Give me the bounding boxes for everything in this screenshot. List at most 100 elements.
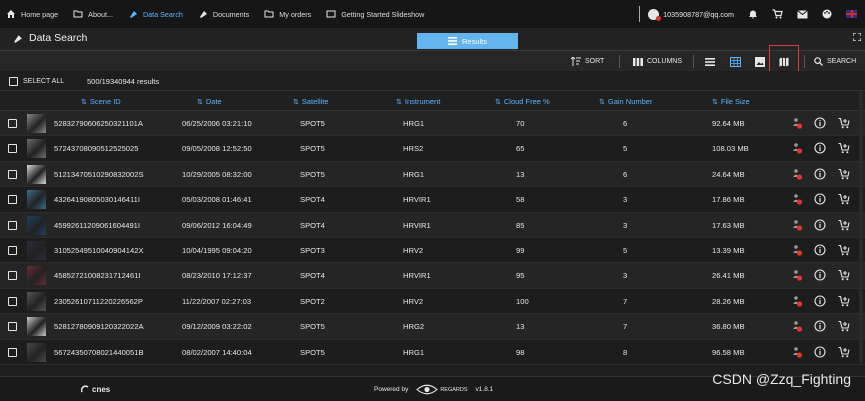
quicklook-thumbnail[interactable] [27,317,46,337]
column-instrument[interactable]: ⇅ Instrument [396,97,440,106]
column-date[interactable]: ⇅ Date [197,97,222,106]
quicklook-thumbnail[interactable] [27,139,46,159]
tab-results[interactable]: Results [417,33,518,49]
info-icon[interactable] [814,346,826,358]
table-row[interactable]: 45992611209061604491I 09/06/2012 16:04:49… [0,212,865,238]
row-checkbox[interactable] [8,119,17,128]
add-to-cart-icon[interactable] [838,346,850,358]
table-view-button[interactable] [730,51,741,72]
nav-documents[interactable]: Documents [198,9,249,19]
sort-button[interactable]: SORT [571,51,604,72]
access-rights-icon[interactable] [791,269,803,281]
add-to-cart-icon[interactable] [838,295,850,307]
add-to-cart-icon[interactable] [838,117,850,129]
columns-button[interactable]: COLUMNS [633,51,682,72]
access-rights-icon[interactable] [791,346,803,358]
language-flag-icon[interactable] [846,10,857,18]
quicklook-thumbnail[interactable] [27,342,46,362]
sort-icon: ⇅ [495,98,501,106]
access-rights-icon[interactable] [791,193,803,205]
select-all-checkbox[interactable] [9,77,18,86]
nav-home[interactable]: Home page [6,9,58,19]
row-checkbox[interactable] [8,195,17,205]
quicklook-thumbnail[interactable] [27,114,46,133]
nav-my-orders[interactable]: My orders [264,9,311,19]
access-rights-icon[interactable] [791,219,803,231]
user-menu[interactable]: 1035908787@qq.com [648,8,734,21]
table-row[interactable]: 31052549510040904142X 10/04/1995 09:04:20… [0,238,865,264]
instrument-cell: HRG1 [403,347,425,357]
quicklook-thumbnail[interactable] [27,190,46,210]
add-to-cart-icon[interactable] [838,142,850,154]
row-checkbox[interactable] [8,347,17,357]
select-all-label: SELECT ALL [23,78,65,85]
table-row[interactable]: 51213470510290832002S 10/29/2005 08:32:00… [0,161,865,188]
quicklook-thumbnail[interactable] [27,241,46,260]
info-icon[interactable] [814,244,826,256]
quicklook-thumbnail[interactable] [27,164,46,184]
access-rights-icon[interactable] [791,295,803,307]
add-to-cart-icon[interactable] [838,320,850,332]
table-row[interactable]: 52812780909120322022A 09/12/2009 03:22:02… [0,314,865,340]
divider [639,6,641,22]
table-row[interactable]: 43264190805030146411I 05/03/2008 01:46:41… [0,187,865,213]
column-file-size[interactable]: ⇅ File Size [712,97,750,106]
info-icon[interactable] [814,117,826,129]
add-to-cart-icon[interactable] [838,244,850,256]
search-button[interactable]: SEARCH [814,51,856,72]
quicklook-thumbnail[interactable] [27,266,46,286]
row-checkbox[interactable] [8,271,17,281]
eye-icon [416,384,439,395]
table-row[interactable]: 56724350708021440051B 08/02/2007 14:40:04… [0,339,865,365]
info-icon[interactable] [814,320,826,332]
info-icon[interactable] [814,168,826,180]
palette-icon[interactable] [822,9,832,19]
row-checkbox[interactable] [8,296,17,306]
expand-icon[interactable] [853,33,861,41]
table-row[interactable]: 23052610711220226562P 11/22/2007 02:27:03… [0,288,865,315]
access-rights-icon[interactable] [791,117,803,129]
quicklook-view-button[interactable] [755,51,765,72]
list-view-button[interactable] [705,51,715,72]
row-checkbox[interactable] [8,169,17,179]
column-scene-id[interactable]: ⇅ Scene ID [81,97,121,106]
scene-id-cell: 57243708090512525025 [54,144,139,154]
add-to-cart-icon[interactable] [838,193,850,205]
scrollbar[interactable] [859,91,863,363]
row-checkbox[interactable] [8,246,17,255]
row-checkbox[interactable] [8,144,17,154]
info-icon[interactable] [814,142,826,154]
table-row[interactable]: 45852721008231712461I 08/23/2010 17:12:37… [0,263,865,289]
access-rights-icon[interactable] [791,142,803,154]
add-to-cart-icon[interactable] [838,168,850,180]
quicklook-thumbnail[interactable] [27,215,46,235]
select-all[interactable]: SELECT ALL [9,77,64,86]
info-icon[interactable] [814,193,826,205]
info-icon[interactable] [814,295,826,307]
list-view-icon [705,57,715,66]
column-gain-number[interactable]: ⇅ Gain Number [599,97,652,106]
file-size-cell: 13.39 MB [712,246,745,255]
quicklook-thumbnail[interactable] [27,291,46,311]
table-row[interactable]: 57243708090512525025 09/05/2008 12:52:50 S… [0,136,865,162]
scene-id-cell: 43264190805030146411I [54,195,141,205]
bell-icon[interactable] [748,9,758,19]
info-icon[interactable] [814,219,826,231]
row-checkbox[interactable] [8,322,17,332]
cart-icon[interactable] [772,9,783,19]
nav-about[interactable]: About... [73,9,113,19]
table-row[interactable]: 52832790606250321101A 06/25/2006 03:21:10… [0,111,865,137]
access-rights-icon[interactable] [791,168,803,180]
column-satellite[interactable]: ⇅ Satellite [293,97,329,106]
mail-icon[interactable] [797,9,808,19]
access-rights-icon[interactable] [791,244,803,256]
column-cloud-free[interactable]: ⇅ Cloud Free % [495,97,550,106]
info-icon[interactable] [814,269,826,281]
nav-data-search[interactable]: Data Search [128,9,183,19]
add-to-cart-icon[interactable] [838,219,850,231]
access-rights-icon[interactable] [791,320,803,332]
add-to-cart-icon[interactable] [838,269,850,281]
nav-slideshow[interactable]: Getting Started Slideshow [326,9,424,19]
regards-logo[interactable]: REGARDS [416,384,468,395]
row-checkbox[interactable] [8,220,17,230]
